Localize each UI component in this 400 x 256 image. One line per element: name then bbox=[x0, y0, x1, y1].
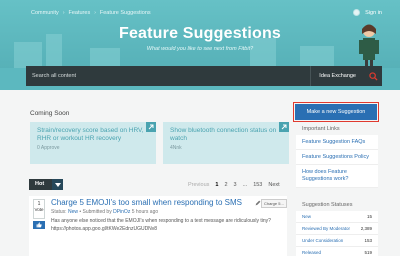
status-count: 519 bbox=[364, 250, 372, 255]
breadcrumb-item[interactable]: Feature Suggestions bbox=[100, 10, 151, 16]
status-row[interactable]: Released 519 bbox=[296, 247, 378, 256]
vote-count-box: 1 Vote bbox=[33, 199, 45, 219]
avatar[interactable] bbox=[353, 9, 361, 16]
sort-dropdown[interactable]: Hot bbox=[29, 179, 64, 190]
card-meta: 0 Approve bbox=[37, 145, 60, 151]
pager-next[interactable]: Next bbox=[268, 182, 279, 188]
pager-page[interactable]: 2 bbox=[224, 182, 227, 188]
badge-corner-icon bbox=[279, 122, 289, 132]
status-count: 15 bbox=[366, 214, 372, 219]
search-input[interactable]: Search all content bbox=[26, 73, 310, 79]
search-button[interactable] bbox=[364, 66, 382, 86]
card-title[interactable]: Strain/recovery score based on HRV, RHR … bbox=[37, 127, 149, 143]
breadcrumb-item[interactable]: Features bbox=[68, 10, 90, 16]
status-prefix: Status: bbox=[51, 209, 67, 215]
coming-soon-card[interactable]: Show bluetooth connection status on watc… bbox=[163, 122, 289, 164]
status-count: 153 bbox=[364, 238, 372, 243]
suggestion-statuses-panel: Suggestion Statuses New 15 Reviewed By M… bbox=[296, 199, 378, 256]
important-links-heading: Important Links bbox=[302, 126, 340, 132]
search-bar: Search all content Idea Exchange bbox=[26, 66, 382, 86]
breadcrumb: Community › Features › Feature Suggestio… bbox=[31, 10, 151, 16]
sign-in-link[interactable]: Sign in bbox=[365, 10, 382, 16]
status-row[interactable]: Under Consideration 153 bbox=[296, 235, 378, 247]
suggestion-post: 1 Vote Charge 5 EMOJI's too small when r… bbox=[29, 196, 287, 256]
product-tag[interactable]: Charge 5... bbox=[261, 199, 287, 208]
magnifier-icon bbox=[368, 71, 378, 81]
pager-page[interactable]: 3 bbox=[234, 182, 237, 188]
important-link[interactable]: Feature Suggestion FAQs bbox=[296, 135, 378, 150]
breadcrumb-item[interactable]: Community bbox=[31, 10, 59, 16]
header-banner: Community › Features › Feature Suggestio… bbox=[0, 0, 400, 90]
vote-label: Vote bbox=[34, 207, 44, 212]
coming-soon-heading: Coming Soon bbox=[30, 110, 70, 117]
like-button[interactable] bbox=[33, 221, 45, 229]
important-link[interactable]: How does Feature Suggestions work? bbox=[296, 165, 378, 188]
pager-previous[interactable]: Previous bbox=[188, 182, 209, 188]
coming-soon-card[interactable]: Strain/recovery score based on HRV, RHR … bbox=[30, 122, 156, 164]
post-time: 5 hours ago bbox=[131, 209, 159, 215]
card-meta: 4Nnk bbox=[170, 145, 182, 151]
chevron-down-icon[interactable] bbox=[52, 179, 64, 190]
pager-ellipsis: ... bbox=[242, 182, 248, 188]
status-row[interactable]: New 15 bbox=[296, 211, 378, 223]
submitted-prefix: Submitted by bbox=[82, 209, 112, 215]
user-menu[interactable]: Sign in bbox=[353, 9, 382, 16]
pager-page[interactable]: 1 bbox=[215, 182, 218, 188]
status-row[interactable]: Reviewed By Moderator 2,389 bbox=[296, 223, 378, 235]
breadcrumb-separator: › bbox=[94, 10, 96, 16]
make-suggestion-button[interactable]: Make a new Suggestion bbox=[293, 102, 379, 122]
search-scope-dropdown[interactable]: Idea Exchange bbox=[310, 66, 364, 86]
post-meta: Status: New • Submitted by DPinOz 5 hour… bbox=[51, 209, 158, 215]
pager-page[interactable]: 153 bbox=[253, 182, 262, 188]
page-title: Feature Suggestions bbox=[118, 25, 282, 42]
thumbs-up-icon bbox=[36, 222, 42, 228]
card-title[interactable]: Show bluetooth connection status on watc… bbox=[170, 127, 282, 143]
pagination: Previous 1 2 3 ... 153 Next bbox=[188, 182, 280, 188]
status-count: 2,389 bbox=[360, 226, 372, 231]
badge-corner-icon bbox=[146, 122, 156, 132]
page-tagline: What would you like to see next from Fit… bbox=[146, 46, 254, 52]
status-label[interactable]: Reviewed By Moderator bbox=[302, 226, 350, 231]
status-label[interactable]: New bbox=[302, 214, 311, 219]
breadcrumb-separator: › bbox=[62, 10, 65, 16]
statuses-heading: Suggestion Statuses bbox=[302, 202, 353, 208]
post-author[interactable]: DPinOz bbox=[113, 209, 130, 215]
status-label[interactable]: Under Consideration bbox=[302, 238, 343, 243]
post-title[interactable]: Charge 5 EMOJI's too small when respondi… bbox=[51, 198, 242, 207]
post-body: Has anyone else noticed that the EMOJI's… bbox=[51, 218, 271, 232]
post-status[interactable]: New bbox=[68, 209, 78, 215]
important-link[interactable]: Feature Suggestions Policy bbox=[296, 150, 378, 165]
important-links-panel: Important Links Feature Suggestion FAQs … bbox=[296, 123, 378, 188]
sort-label[interactable]: Hot bbox=[29, 179, 53, 190]
status-label[interactable]: Released bbox=[302, 250, 321, 255]
